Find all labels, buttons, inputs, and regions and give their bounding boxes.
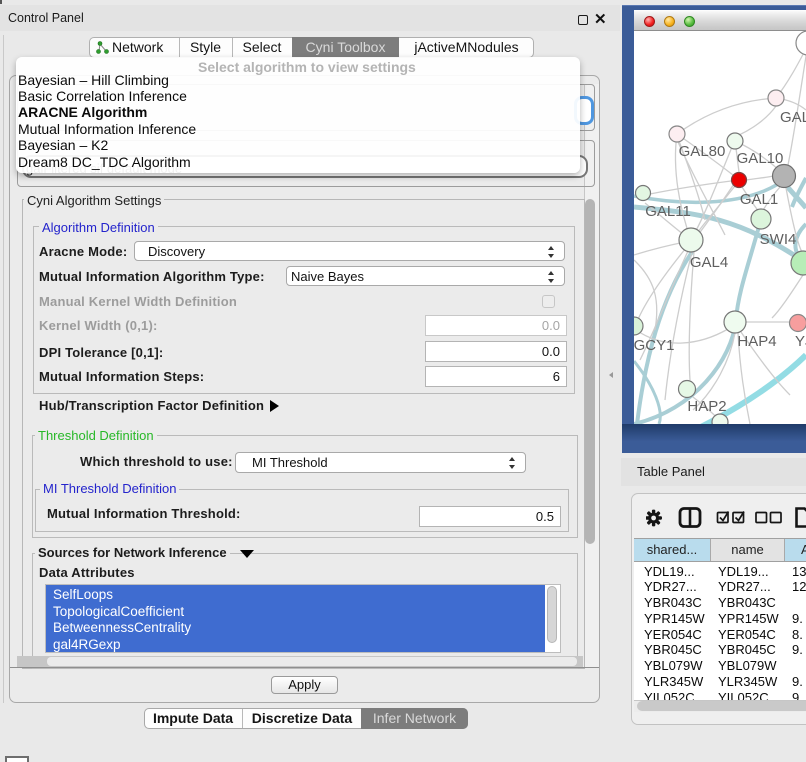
svg-text:GCY1: GCY1 <box>634 337 674 354</box>
svg-text:GAL80: GAL80 <box>679 143 726 160</box>
svg-text:GAL4: GAL4 <box>690 254 728 271</box>
svg-text:GAL10: GAL10 <box>737 150 784 167</box>
svg-text:GAL11: GAL11 <box>645 203 691 220</box>
svg-text:SWI4: SWI4 <box>760 231 797 248</box>
svg-text:GAL7: GAL7 <box>780 109 806 126</box>
svg-text:HAP2: HAP2 <box>687 398 726 415</box>
svg-text:HAP4: HAP4 <box>737 333 776 350</box>
svg-text:GAL1: GAL1 <box>740 191 778 208</box>
svg-text:YJ: YJ <box>795 333 806 350</box>
